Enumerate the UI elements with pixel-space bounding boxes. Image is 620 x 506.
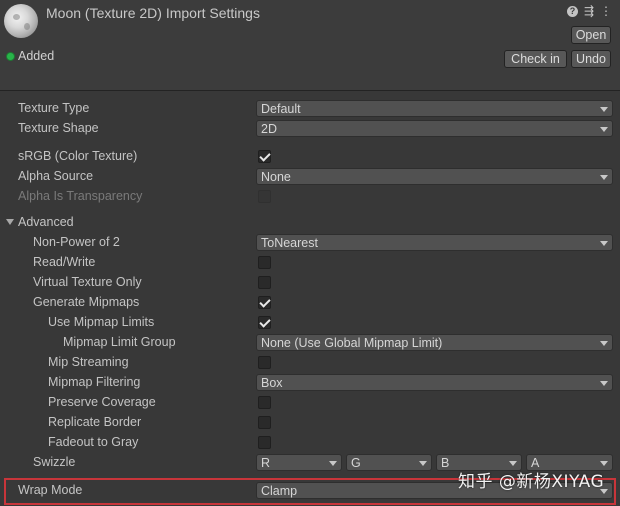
non-power-of-2-value: ToNearest — [261, 236, 318, 250]
alpha-source-label: Alpha Source — [18, 169, 94, 183]
zhihu-watermark: 知乎 @新杨XIYAG — [458, 472, 605, 492]
header-icons: ? ⇶ ⋮ — [567, 4, 612, 18]
replicate-border-checkbox[interactable] — [258, 416, 271, 429]
mipmap-filtering-dropdown[interactable]: Box — [256, 374, 613, 391]
swizzle-b-value: B — [441, 456, 450, 470]
texture-shape-row: Texture Shape 2D — [0, 119, 620, 139]
undo-button[interactable]: Undo — [571, 50, 611, 68]
advanced-label: Advanced — [18, 215, 74, 229]
preset-sliders-icon[interactable]: ⇶ — [583, 4, 595, 18]
preserve-coverage-label: Preserve Coverage — [48, 395, 156, 409]
alpha-is-transparency-row: Alpha Is Transparency — [0, 187, 620, 207]
read-write-checkbox[interactable] — [258, 256, 271, 269]
srgb-label: sRGB (Color Texture) — [18, 149, 138, 163]
inspector-title: Moon (Texture 2D) Import Settings — [46, 5, 260, 21]
mipmap-limit-group-label: Mipmap Limit Group — [63, 335, 176, 349]
generate-mipmaps-label: Generate Mipmaps — [33, 295, 140, 309]
texture-shape-value: 2D — [261, 122, 277, 136]
read-write-row: Read/Write — [0, 253, 620, 273]
use-mipmap-limits-label: Use Mipmap Limits — [48, 315, 155, 329]
mipmap-limit-group-dropdown[interactable]: None (Use Global Mipmap Limit) — [256, 334, 613, 351]
vcs-status: Added — [18, 49, 55, 63]
alpha-is-transparency-label: Alpha Is Transparency — [18, 189, 143, 203]
texture-type-label: Texture Type — [18, 101, 90, 115]
virtual-texture-only-label: Virtual Texture Only — [33, 275, 142, 289]
texture-shape-dropdown[interactable]: 2D — [256, 120, 613, 137]
inspector-header: Moon (Texture 2D) Import Settings ? ⇶ ⋮ … — [0, 0, 620, 91]
virtual-texture-only-row: Virtual Texture Only — [0, 273, 620, 293]
mipmap-filtering-row: Mipmap Filtering Box — [0, 373, 620, 393]
open-button[interactable]: Open — [571, 26, 611, 44]
texture-type-row: Texture Type Default — [0, 99, 620, 119]
fadeout-to-gray-row: Fadeout to Gray — [0, 433, 620, 453]
mipmap-limit-group-value: None (Use Global Mipmap Limit) — [261, 336, 443, 350]
non-power-of-2-dropdown[interactable]: ToNearest — [256, 234, 613, 251]
srgb-row: sRGB (Color Texture) — [0, 147, 620, 167]
use-mipmap-limits-row: Use Mipmap Limits — [0, 313, 620, 333]
replicate-border-label: Replicate Border — [48, 415, 142, 429]
non-power-of-2-label: Non-Power of 2 — [33, 235, 120, 249]
mipmap-filtering-label: Mipmap Filtering — [48, 375, 141, 389]
alpha-source-dropdown[interactable]: None — [256, 168, 613, 185]
fadeout-to-gray-checkbox[interactable] — [258, 436, 271, 449]
alpha-source-value: None — [261, 170, 291, 184]
srgb-checkbox[interactable] — [258, 150, 271, 163]
generate-mipmaps-checkbox[interactable] — [258, 296, 271, 309]
chevron-down-icon — [329, 461, 337, 466]
kebab-menu-icon[interactable]: ⋮ — [600, 4, 612, 18]
swizzle-label: Swizzle — [33, 455, 76, 469]
swizzle-g-dropdown[interactable]: G — [346, 454, 432, 471]
mip-streaming-label: Mip Streaming — [48, 355, 129, 369]
use-mipmap-limits-checkbox[interactable] — [258, 316, 271, 329]
chevron-down-icon — [509, 461, 517, 466]
virtual-texture-only-checkbox[interactable] — [258, 276, 271, 289]
mip-streaming-checkbox[interactable] — [258, 356, 271, 369]
chevron-down-icon — [600, 127, 608, 132]
help-icon[interactable]: ? — [567, 6, 578, 17]
mipmap-limit-group-row: Mipmap Limit Group None (Use Global Mipm… — [0, 333, 620, 353]
foldout-arrow-icon[interactable] — [6, 219, 14, 225]
preserve-coverage-row: Preserve Coverage — [0, 393, 620, 413]
chevron-down-icon — [600, 175, 608, 180]
advanced-foldout[interactable]: Advanced — [0, 213, 620, 233]
chevron-down-icon — [419, 461, 427, 466]
mip-streaming-row: Mip Streaming — [0, 353, 620, 373]
texture-type-value: Default — [261, 102, 301, 116]
replicate-border-row: Replicate Border — [0, 413, 620, 433]
preserve-coverage-checkbox[interactable] — [258, 396, 271, 409]
chevron-down-icon — [600, 341, 608, 346]
swizzle-r-value: R — [261, 456, 271, 470]
fadeout-to-gray-label: Fadeout to Gray — [48, 435, 139, 449]
chevron-down-icon — [600, 381, 608, 386]
status-added-icon — [7, 53, 14, 60]
alpha-source-row: Alpha Source None — [0, 167, 620, 187]
swizzle-r-dropdown[interactable]: R — [256, 454, 342, 471]
read-write-label: Read/Write — [33, 255, 96, 269]
chevron-down-icon — [600, 241, 608, 246]
swizzle-g-value: G — [351, 456, 361, 470]
mipmap-filtering-value: Box — [261, 376, 283, 390]
texture-shape-label: Texture Shape — [18, 121, 99, 135]
generate-mipmaps-row: Generate Mipmaps — [0, 293, 620, 313]
chevron-down-icon — [600, 107, 608, 112]
chevron-down-icon — [600, 461, 608, 466]
texture-type-dropdown[interactable]: Default — [256, 100, 613, 117]
moon-texture-thumbnail — [4, 4, 38, 38]
alpha-is-transparency-checkbox — [258, 190, 271, 203]
check-in-button[interactable]: Check in — [504, 50, 567, 68]
non-power-of-2-row: Non-Power of 2 ToNearest — [0, 233, 620, 253]
